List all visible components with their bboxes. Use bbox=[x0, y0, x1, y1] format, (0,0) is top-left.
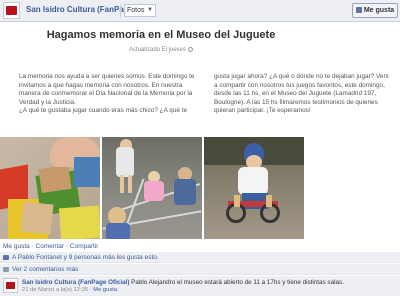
note-line: quieran participar. ¡Te esperamos! bbox=[214, 107, 311, 114]
page-name-link[interactable]: San Isidro Cultura (FanPag... bbox=[26, 5, 135, 14]
comment-timestamp: 21 de Marzo a la(s) 12:35 bbox=[22, 287, 89, 293]
note-line: La memoria nos ayuda a ser quienes somos… bbox=[19, 73, 195, 80]
album-dropdown[interactable]: Fotos ▼ bbox=[124, 4, 156, 17]
like-link[interactable]: Me gusta bbox=[3, 243, 30, 250]
globe-icon bbox=[188, 47, 194, 52]
note-left-column: La memoria nos ayuda a ser quienes somos… bbox=[19, 73, 195, 116]
note-updated-text: Actualizado El jueves bbox=[128, 47, 187, 54]
post-actions: Me gusta · Comentar · Compartir bbox=[3, 243, 98, 250]
note-right-column: gusta jugar ahora? ¿A qué o dónde no te … bbox=[214, 73, 390, 116]
view-comments: Ver 2 comentarios más bbox=[0, 264, 400, 275]
note-updated: Actualizado El jueves bbox=[0, 47, 322, 53]
separator-dot: · bbox=[31, 243, 34, 250]
divider bbox=[120, 4, 121, 17]
thumbs-up-icon bbox=[3, 254, 9, 260]
note-line: a compartir con nosotros tus juegos favo… bbox=[214, 81, 385, 89]
share-link[interactable]: Compartir bbox=[70, 243, 99, 250]
avatar[interactable] bbox=[3, 278, 18, 293]
comment-author-link[interactable]: San Isidro Cultura (FanPage Oficial) bbox=[22, 279, 129, 286]
note-line: invitamos a que hagas memoria con nosotr… bbox=[19, 81, 183, 89]
comment-bubble-icon bbox=[3, 266, 9, 272]
separator-dot: · bbox=[89, 287, 92, 293]
like-page-button[interactable]: Me gusta bbox=[352, 3, 398, 18]
likes-summary-text[interactable]: A Pablo Fontanet y 9 personas más les gu… bbox=[12, 254, 159, 261]
comment-link[interactable]: Comentar bbox=[36, 243, 65, 250]
page-header: San Isidro Cultura (FanPag... Fotos ▼ Me… bbox=[0, 0, 400, 22]
likes-summary: A Pablo Fontanet y 9 personas más les gu… bbox=[0, 252, 400, 263]
thumbs-up-icon bbox=[355, 7, 362, 14]
comment-like-link[interactable]: Me gusta bbox=[93, 287, 117, 293]
view-more-comments-link[interactable]: Ver 2 comentarios más bbox=[12, 266, 78, 273]
like-page-button-label: Me gusta bbox=[363, 7, 395, 14]
note-line: desde las 11 hs, en el Museo del Juguete… bbox=[214, 90, 377, 97]
note-title: Hagamos memoria en el Museo del Juguete bbox=[46, 29, 276, 41]
album-dropdown-label: Fotos bbox=[127, 7, 145, 14]
note-line: manera de conmemorar el Día Nacional de … bbox=[19, 90, 193, 97]
comment-meta: 21 de Marzo a la(s) 12:35 · Me gusta bbox=[22, 287, 117, 293]
note-line: Boulogne). A las 15 hs filmaremos testim… bbox=[214, 98, 378, 106]
chevron-down-icon: ▼ bbox=[147, 7, 153, 13]
note-line: ¿A qué te gustaba jugar cuando eras más … bbox=[19, 107, 188, 114]
comment-item: San Isidro Cultura (FanPage Oficial) Pab… bbox=[0, 276, 400, 296]
note-line: gusta jugar ahora? ¿A qué o dónde no te … bbox=[214, 73, 389, 80]
toy-blocks-photo[interactable] bbox=[0, 137, 100, 239]
comment-body: San Isidro Cultura (FanPage Oficial) Pab… bbox=[22, 279, 344, 286]
separator-dot: · bbox=[65, 243, 69, 250]
kid-tricycle-photo[interactable] bbox=[204, 137, 304, 239]
note-line: Verdad y la Justicia. bbox=[19, 98, 76, 106]
kids-hopscotch-photo[interactable] bbox=[102, 137, 202, 239]
comment-text: Pablo Alejandro el museo estará abierto … bbox=[131, 279, 344, 286]
page-logo[interactable] bbox=[3, 2, 20, 19]
